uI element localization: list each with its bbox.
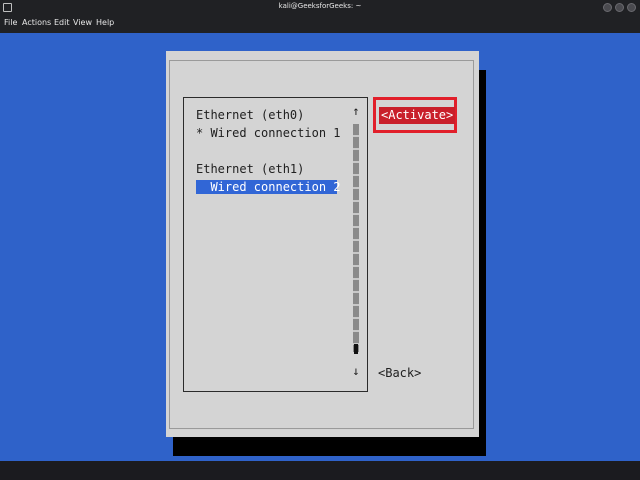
menu-help[interactable]: Help (96, 18, 114, 27)
nmtui-dialog: Ethernet (eth0) * Wired connection 1 Eth… (166, 51, 479, 437)
scroll-track[interactable] (353, 124, 359, 352)
menu-view[interactable]: View (73, 18, 92, 27)
list-scrollbar[interactable]: ↑ ↓ (350, 104, 362, 387)
activate-button[interactable]: <Activate> (379, 107, 456, 124)
scroll-down-arrow-icon[interactable]: ↓ (350, 364, 362, 378)
scroll-thumb[interactable] (354, 344, 358, 354)
list-item-device-eth1: Ethernet (eth1) (196, 162, 305, 176)
list-item-device-eth0: Ethernet (eth0) (196, 108, 305, 122)
scroll-up-arrow-icon[interactable]: ↑ (350, 104, 362, 118)
back-button[interactable]: <Back> (378, 366, 421, 380)
connection-list[interactable]: Ethernet (eth0) * Wired connection 1 Eth… (183, 97, 368, 392)
list-item-wired-connection-1[interactable]: * Wired connection 1 (196, 126, 341, 140)
menu-bar: File Actions Edit View Help (0, 15, 640, 33)
list-item-wired-connection-2[interactable]: Wired connection 2 (196, 180, 341, 194)
window-title: kali@GeeksforGeeks: ~ (278, 2, 362, 10)
minimize-button[interactable] (603, 3, 612, 12)
maximize-button[interactable] (615, 3, 624, 12)
title-bar: kali@GeeksforGeeks: ~ (0, 0, 640, 15)
menu-edit[interactable]: Edit (54, 18, 70, 27)
menu-actions[interactable]: Actions (22, 18, 51, 27)
close-button[interactable] (627, 3, 636, 12)
menu-file[interactable]: File (4, 18, 17, 27)
